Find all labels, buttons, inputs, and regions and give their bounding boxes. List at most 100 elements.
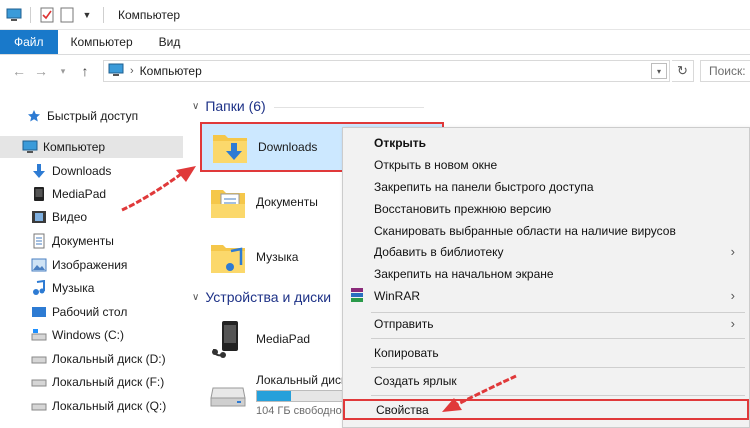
search-input[interactable]: Поиск:: [700, 60, 750, 82]
menu-item-label: Добавить в библиотеку: [374, 244, 504, 259]
breadcrumb-chevron-icon[interactable]: ›: [130, 65, 134, 77]
menu-item-pin-start[interactable]: Закрепить на начальном экране: [343, 263, 749, 284]
computer-icon: [108, 63, 124, 80]
address-dropdown-button[interactable]: ▾: [651, 63, 667, 79]
menu-item-scan-viruses[interactable]: Сканировать выбранные области на наличие…: [343, 220, 749, 241]
menu-item-add-to-library[interactable]: Добавить в библиотеку ›: [343, 241, 749, 262]
sidebar-item-label: Локальный диск (D:): [52, 352, 166, 366]
toolbar-divider: [30, 6, 31, 23]
sidebar-item-documents[interactable]: Документы: [0, 230, 183, 252]
drive-icon: [31, 351, 47, 367]
folder-label: Документы: [256, 195, 318, 209]
sidebar-item-disk-f[interactable]: Локальный диск (F:): [0, 371, 183, 393]
sidebar-item-label: MediaPad: [52, 187, 107, 201]
menu-divider: [371, 338, 745, 339]
sidebar-item-disk-d[interactable]: Локальный диск (D:): [0, 348, 183, 370]
tab-file[interactable]: Файл: [0, 30, 58, 54]
menu-item-properties[interactable]: Свойства: [343, 399, 749, 420]
sidebar-item-music[interactable]: Музыка: [0, 277, 183, 299]
star-icon: [26, 108, 42, 124]
sidebar-item-pictures[interactable]: Изображения: [0, 254, 183, 276]
sidebar-item-label: Downloads: [52, 164, 112, 178]
address-row: ← → ▾ ↑ › Компьютер ▾ ↻ Поиск:: [0, 55, 750, 87]
breadcrumb[interactable]: Компьютер: [140, 64, 202, 78]
drive-icon: [31, 374, 47, 390]
folder-documents[interactable]: Документы: [208, 180, 318, 224]
navigation-pane: Быстрый доступ Компьютер Downloads Media…: [0, 87, 185, 428]
menu-item-open[interactable]: Открыть: [343, 132, 749, 153]
sidebar-item-label: Компьютер: [43, 140, 106, 154]
window-title: Компьютер: [118, 7, 181, 22]
music-folder-icon: [208, 237, 248, 277]
menu-item-send-to[interactable]: Отправить ›: [343, 313, 749, 334]
drive-icon: [31, 398, 47, 414]
sidebar-item-label: Быстрый доступ: [47, 109, 139, 123]
menu-item-pin-quick-access[interactable]: Закрепить на панели быстрого доступа: [343, 176, 749, 197]
annotation-arrow-icon: [442, 374, 517, 412]
tab-view[interactable]: Вид: [146, 30, 194, 54]
properties-icon[interactable]: [39, 7, 55, 23]
music-note-icon: [31, 280, 47, 296]
sidebar-item-label: Windows (C:): [52, 328, 125, 342]
group-divider: [274, 107, 424, 108]
device-icon: [31, 186, 47, 202]
sidebar-item-label: Изображения: [52, 258, 128, 272]
menu-item-label: Отправить: [374, 316, 434, 331]
submenu-chevron-icon: ›: [730, 244, 735, 259]
sidebar-item-label: Музыка: [52, 281, 95, 295]
disk-usage-bar: [256, 390, 356, 402]
collapse-chevron-icon[interactable]: ∨: [192, 292, 199, 303]
quick-access-toolbar: ▼: [0, 6, 108, 23]
forward-button[interactable]: →: [30, 60, 52, 82]
sidebar-item-label: Локальный диск (Q:): [52, 399, 167, 413]
menu-item-winrar[interactable]: WinRAR ›: [343, 285, 749, 306]
menu-item-open-new-window[interactable]: Открыть в новом окне: [343, 154, 749, 175]
document-icon: [31, 233, 47, 249]
folder-label: Музыка: [256, 250, 299, 264]
submenu-chevron-icon: ›: [730, 288, 735, 303]
disk-usage-fill: [257, 391, 292, 401]
sidebar-item-windows-c[interactable]: Windows (C:): [0, 324, 183, 346]
menu-divider: [371, 367, 745, 368]
devices-group-header[interactable]: ∨ Устройства и диски: [192, 289, 331, 305]
recent-locations-button[interactable]: ▾: [52, 60, 74, 82]
sidebar-item-disk-q[interactable]: Локальный диск (Q:): [0, 395, 183, 417]
winrar-icon: [349, 287, 365, 303]
group-title: Папки (6): [205, 98, 266, 114]
sidebar-item-desktop[interactable]: Рабочий стол: [0, 301, 183, 323]
sidebar-item-label: Видео: [52, 210, 88, 224]
collapse-chevron-icon[interactable]: ∨: [192, 101, 199, 112]
customize-toolbar-icon[interactable]: ▼: [79, 7, 95, 23]
refresh-button[interactable]: ↻: [672, 60, 694, 82]
sidebar-item-computer[interactable]: Компьютер: [0, 136, 183, 158]
menu-item-copy[interactable]: Копировать: [343, 342, 749, 363]
windows-drive-icon: [31, 327, 47, 343]
toolbar-divider: [103, 6, 104, 23]
menu-item-restore-version[interactable]: Восстановить прежнюю версию: [343, 198, 749, 219]
folder-label: Downloads: [258, 140, 318, 154]
mediapad-device-icon: [208, 319, 248, 359]
downloads-folder-icon: [210, 127, 250, 167]
desktop-icon: [31, 304, 47, 320]
sidebar-item-label: Рабочий стол: [52, 305, 128, 319]
hard-drive-icon: [208, 373, 248, 413]
menu-item-create-shortcut[interactable]: Создать ярлык: [343, 370, 749, 391]
back-button[interactable]: ←: [8, 60, 30, 82]
sidebar-item-quick-access[interactable]: Быстрый доступ: [0, 105, 183, 127]
folder-music[interactable]: Музыка: [208, 235, 298, 279]
folders-group-header[interactable]: ∨ Папки (6): [192, 98, 266, 114]
tab-computer[interactable]: Компьютер: [58, 30, 146, 54]
annotation-arrow-icon: [121, 166, 196, 212]
submenu-chevron-icon: ›: [730, 316, 735, 331]
film-icon: [31, 209, 47, 225]
computer-icon: [6, 7, 22, 23]
new-folder-icon[interactable]: [59, 7, 75, 23]
documents-folder-icon: [208, 182, 248, 222]
computer-icon: [22, 139, 38, 155]
up-button[interactable]: ↑: [74, 60, 96, 82]
group-title: Устройства и диски: [205, 289, 332, 305]
menu-divider: [371, 395, 745, 396]
download-arrow-icon: [31, 163, 47, 179]
address-bar[interactable]: › Компьютер ▾: [103, 60, 670, 82]
device-mediapad[interactable]: MediaPad: [208, 317, 310, 361]
